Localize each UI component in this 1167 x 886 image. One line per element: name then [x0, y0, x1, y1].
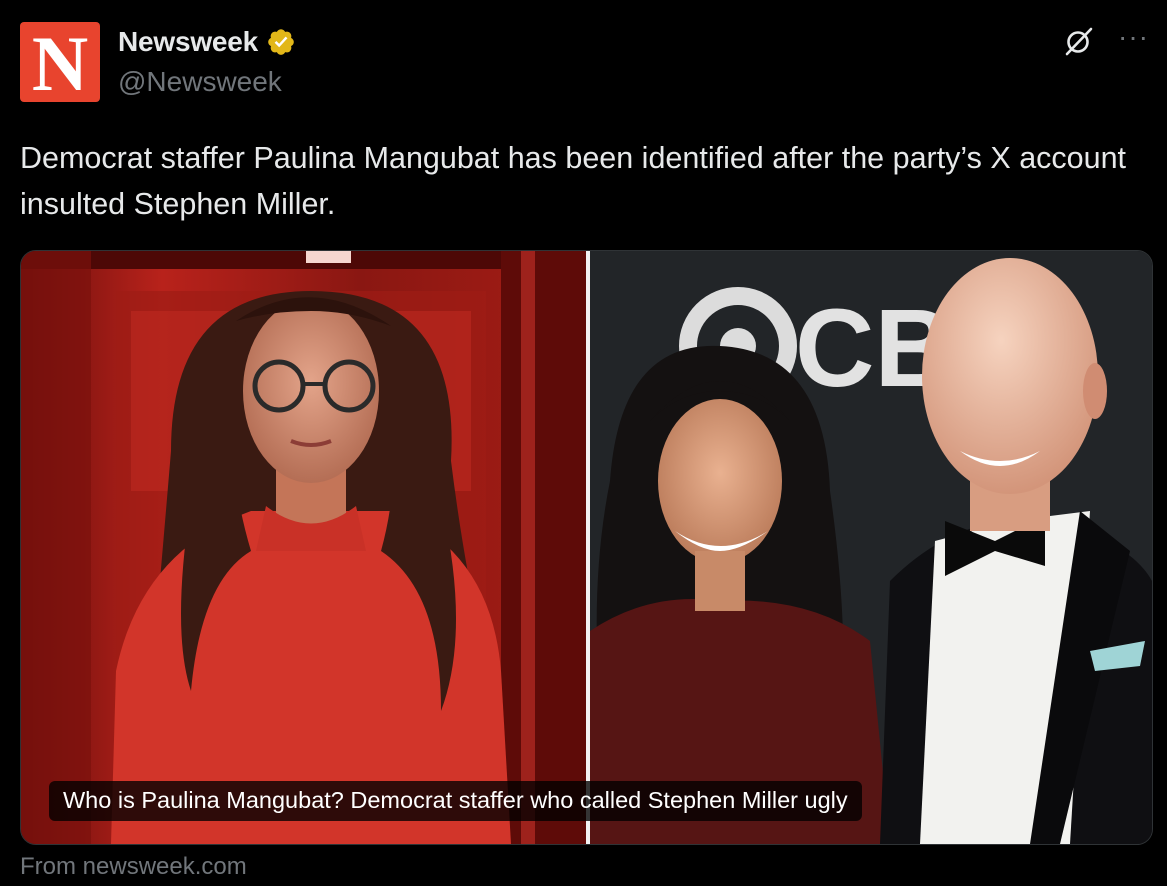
account-handle[interactable]: @Newsweek — [118, 66, 282, 98]
link-source[interactable]: From newsweek.com — [20, 853, 247, 881]
display-name[interactable]: Newsweek — [118, 26, 258, 58]
post-actions-top: ··· — [1062, 23, 1149, 58]
photo-couple-event: CB — [590, 251, 1152, 844]
grok-icon[interactable] — [1062, 24, 1096, 58]
more-options-icon[interactable]: ··· — [1118, 23, 1149, 51]
link-preview-card[interactable]: CB Who is Paulina Mangubat? Democrat sta… — [20, 250, 1153, 845]
photo-woman-red-room — [21, 251, 586, 844]
avatar-logo-letter: N — [31, 22, 89, 103]
account-name-row: Newsweek — [118, 26, 296, 58]
verified-badge-icon[interactable] — [266, 27, 296, 57]
card-caption: Who is Paulina Mangubat? Democrat staffe… — [49, 781, 862, 821]
avatar[interactable]: N — [20, 22, 100, 102]
post-text: Democrat staffer Paulina Mangubat has be… — [20, 141, 1127, 221]
